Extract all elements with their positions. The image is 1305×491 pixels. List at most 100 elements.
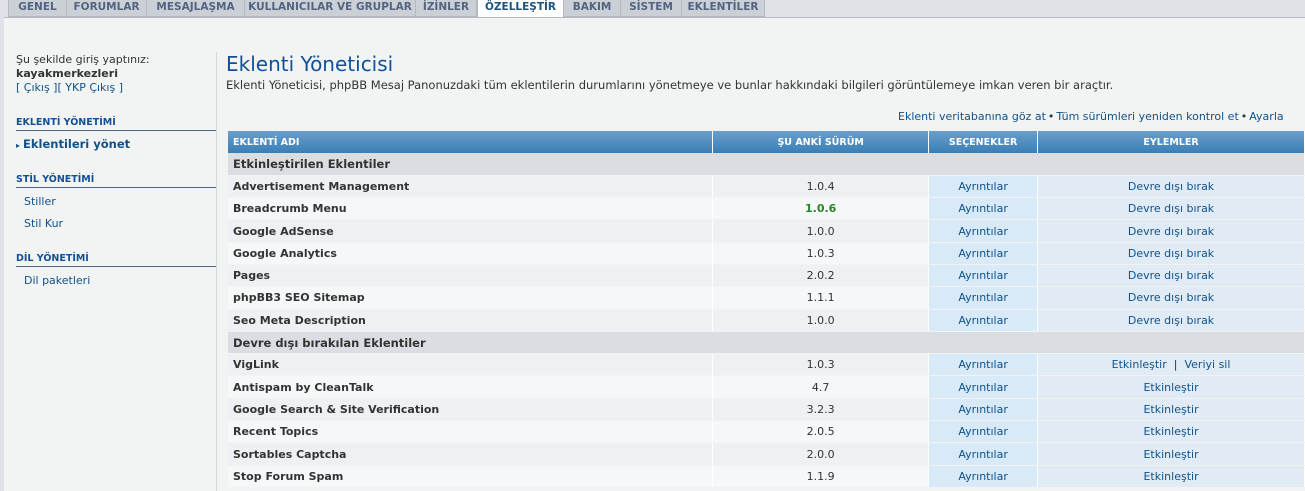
disable-link[interactable]: Devre dışı bırak — [1128, 247, 1214, 260]
details-link[interactable]: Ayrıntılar — [928, 442, 1039, 466]
tab-genel[interactable]: GENEL — [8, 0, 67, 17]
sidebar-divider — [216, 52, 217, 491]
table-row: Google AdSense 1.0.0 Ayrıntılar Devre dışı … — [228, 219, 1305, 243]
extension-name: Google AdSense — [228, 219, 714, 243]
extension-name: Antispam by CleanTalk — [228, 375, 714, 399]
extension-name: Sortables Captcha — [228, 442, 714, 466]
group-title: Devre dışı bırakılan Eklentiler — [228, 331, 1305, 355]
extension-version: 1.0.0 — [712, 309, 930, 332]
action-cell: Devre dışı bırak — [1037, 197, 1305, 221]
page-title: Eklenti Yöneticisi — [226, 52, 394, 76]
action-cell: Etkinleştir | Veriyi sil — [1037, 353, 1305, 377]
col-header-name: EKLENTİ ADI — [228, 131, 714, 153]
enable-link[interactable]: Etkinleştir — [1143, 448, 1198, 461]
details-link[interactable]: Ayrıntılar — [928, 375, 1039, 399]
settings-link[interactable]: Ayarla — [1249, 110, 1283, 123]
logged-in-label: Şu şekilde giriş yaptınız: — [16, 53, 150, 66]
disable-link[interactable]: Devre dışı bırak — [1128, 314, 1214, 327]
enable-link[interactable]: Etkinleştir — [1112, 358, 1167, 371]
table-row: Stop Forum Spam 1.1.9 Ayrıntılar Etkinleşti… — [228, 465, 1305, 488]
col-header-actions: EYLEMLER — [1037, 131, 1305, 153]
table-row: VigLink 1.0.3 Ayrıntılar Etkinleştir | Veriyi… — [228, 353, 1305, 377]
enable-link[interactable]: Etkinleştir — [1143, 470, 1198, 483]
action-cell: Devre dışı bırak — [1037, 286, 1305, 310]
logged-in-info: Şu şekilde giriş yaptınız: kayakmerkezle… — [16, 53, 206, 95]
action-cell: Devre dışı bırak — [1037, 242, 1305, 265]
action-cell: Devre dışı bırak — [1037, 264, 1305, 288]
disable-link[interactable]: Devre dışı bırak — [1128, 180, 1214, 193]
extension-version: 1.1.1 — [712, 286, 930, 310]
extension-version: 3.2.3 — [712, 398, 930, 422]
sidebar-item-language-packs[interactable]: Dil paketleri — [24, 274, 90, 287]
tab-izinler[interactable]: İZİNLER — [415, 0, 477, 17]
extension-version: 1.0.3 — [712, 242, 930, 265]
extension-version: 1.0.4 — [712, 175, 930, 199]
table-row: Sortables Captcha 2.0.0 Ayrıntılar Etkinleş… — [228, 442, 1305, 466]
tab-kullanicilar[interactable]: KULLANICILAR VE GRUPLAR — [244, 0, 416, 17]
disable-link[interactable]: Devre dışı bırak — [1128, 269, 1214, 282]
recheck-versions-link[interactable]: Tüm sürümleri yeniden kontrol et — [1056, 110, 1238, 123]
extensions-table: EKLENTİ ADI ŞU ANKİ SÜRÜM SEÇENEKLER EYL… — [228, 131, 1305, 488]
details-link[interactable]: Ayrıntılar — [928, 465, 1039, 488]
tab-bakim[interactable]: BAKIM — [563, 0, 621, 17]
details-link[interactable]: Ayrıntılar — [928, 420, 1039, 444]
details-link[interactable]: Ayrıntılar — [928, 398, 1039, 422]
action-cell: Devre dışı bırak — [1037, 309, 1305, 332]
tab-ozellestir[interactable]: ÖZELLEŞTİR — [477, 0, 564, 18]
details-link[interactable]: Ayrıntılar — [928, 286, 1039, 310]
extension-version: 1.0.3 — [712, 353, 930, 377]
tab-forumlar[interactable]: FORUMLAR — [66, 0, 147, 17]
disable-link[interactable]: Devre dışı bırak — [1128, 291, 1214, 304]
tab-mesajlasma[interactable]: MESAJLAŞMA — [146, 0, 245, 17]
enable-link[interactable]: Etkinleştir — [1143, 425, 1198, 438]
sidebar-head-eklenti: EKLENTİ YÖNETİMİ — [16, 117, 216, 131]
enable-link[interactable]: Etkinleştir — [1143, 403, 1198, 416]
action-cell: Etkinleştir — [1037, 442, 1305, 466]
tab-eklentiler[interactable]: EKLENTİLER — [681, 0, 765, 17]
action-cell: Etkinleştir — [1037, 420, 1305, 444]
browse-database-link[interactable]: Eklenti veritabanına göz at — [898, 110, 1046, 123]
extension-version: 1.1.9 — [712, 465, 930, 488]
extension-name: Recent Topics — [228, 420, 714, 444]
sidebar-item-label: Eklentileri yönet — [23, 137, 131, 151]
details-link[interactable]: Ayrıntılar — [928, 353, 1039, 377]
table-row: Seo Meta Description 1.0.0 Ayrıntılar Devre… — [228, 309, 1305, 332]
logout-links[interactable]: [ Çıkış ][ YKP Çıkış ] — [16, 81, 123, 94]
page-description: Eklenti Yöneticisi, phpBB Mesaj Panonuzd… — [226, 78, 1114, 92]
details-link[interactable]: Ayrıntılar — [928, 175, 1039, 199]
group-title: Etkinleştirilen Eklentiler — [228, 153, 1305, 176]
action-cell: Devre dışı bırak — [1037, 219, 1305, 243]
delete-data-link[interactable]: Veriyi sil — [1184, 358, 1230, 371]
table-row: Breadcrumb Menu 1.0.6 Ayrıntılar Devre dışı… — [228, 197, 1305, 221]
extension-name: Pages — [228, 264, 714, 288]
table-row: Google Search & Site Verification 3.2.3 Ay… — [228, 398, 1305, 422]
details-link[interactable]: Ayrıntılar — [928, 197, 1039, 221]
action-cell: Etkinleştir — [1037, 465, 1305, 488]
table-group-row: Etkinleştirilen Eklentiler — [228, 153, 1305, 176]
extension-version: 1.0.0 — [712, 219, 930, 243]
extension-name: Breadcrumb Menu — [228, 197, 714, 221]
disable-link[interactable]: Devre dışı bırak — [1128, 202, 1214, 215]
disable-link[interactable]: Devre dışı bırak — [1128, 225, 1214, 238]
extension-name: Google Analytics — [228, 242, 714, 265]
sidebar-item-manage-extensions[interactable]: ▸ Eklentileri yönet — [16, 137, 130, 151]
extension-version: 4.7 — [712, 375, 930, 399]
extension-version: 2.0.5 — [712, 420, 930, 444]
col-header-version: ŞU ANKİ SÜRÜM — [712, 131, 930, 153]
sidebar-item-install-style[interactable]: Stil Kur — [24, 217, 63, 230]
tab-sistem[interactable]: SİSTEM — [620, 0, 682, 17]
action-cell: Devre dışı bırak — [1037, 175, 1305, 199]
enable-link[interactable]: Etkinleştir — [1143, 381, 1198, 394]
details-link[interactable]: Ayrıntılar — [928, 219, 1039, 243]
details-link[interactable]: Ayrıntılar — [928, 242, 1039, 265]
table-row: Google Analytics 1.0.3 Ayrıntılar Devre dış… — [228, 242, 1305, 265]
col-header-options: SEÇENEKLER — [928, 131, 1039, 153]
details-link[interactable]: Ayrıntılar — [928, 309, 1039, 332]
extension-name: Seo Meta Description — [228, 309, 714, 332]
extension-name: Advertisement Management — [228, 175, 714, 199]
table-row: Recent Topics 2.0.5 Ayrıntılar Etkinleştir — [228, 420, 1305, 444]
extension-name: Google Search & Site Verification — [228, 398, 714, 422]
details-link[interactable]: Ayrıntılar — [928, 264, 1039, 288]
sidebar-item-styles[interactable]: Stiller — [24, 195, 56, 208]
extension-version: 1.0.6 — [712, 197, 930, 221]
